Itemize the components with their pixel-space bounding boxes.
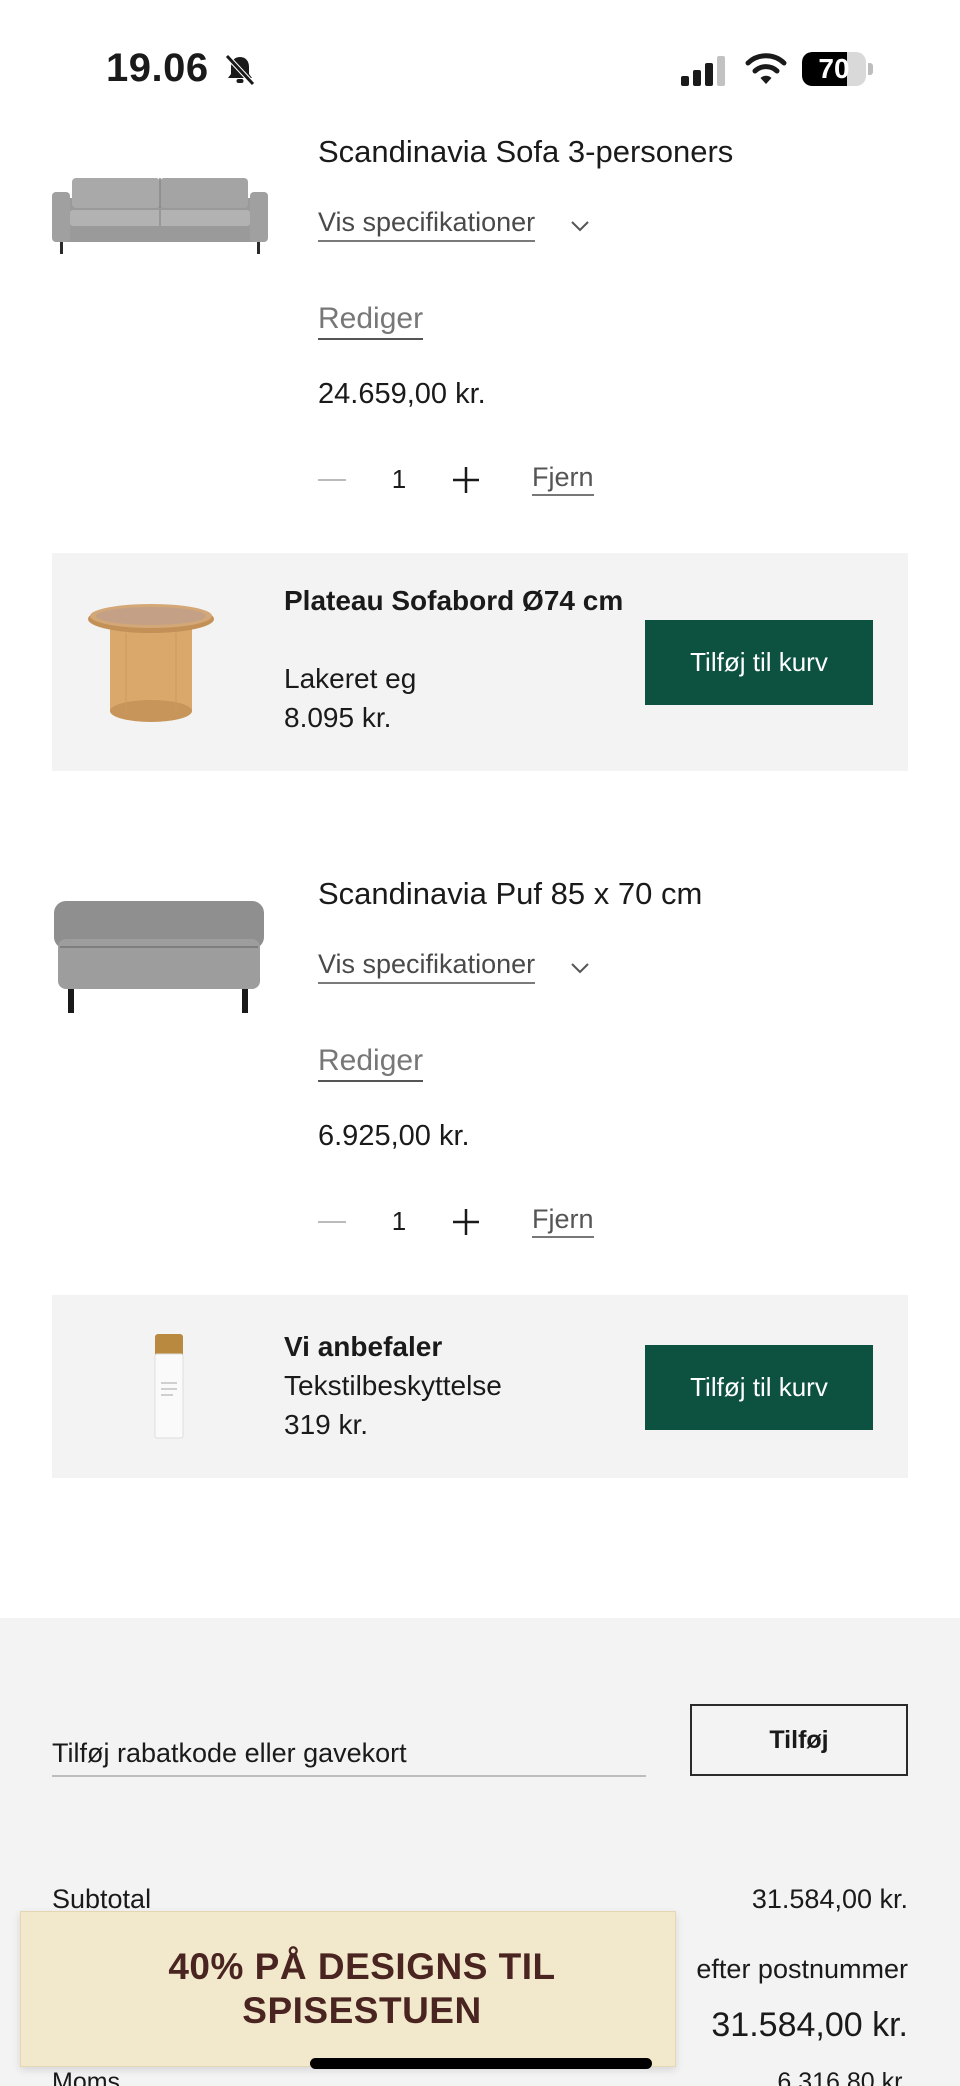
apply-coupon-button[interactable]: Tilføj [690, 1704, 908, 1776]
quantity-value: 1 [391, 464, 407, 494]
quantity-decrease-button[interactable] [318, 479, 346, 481]
recommendation-product: Tekstilbeskyttelse [284, 1370, 502, 1401]
recommendation-card: Vi anbefaler Tekstilbeskyttelse 319 kr. … [52, 1295, 908, 1478]
chevron-down-icon[interactable] [570, 962, 590, 974]
vat-label: Moms [52, 2068, 121, 2086]
quantity-value: 1 [391, 1206, 407, 1236]
item-price: 6.925,00 kr. [318, 1120, 470, 1152]
pouf-product-image [54, 901, 264, 1013]
quantity-decrease-button[interactable] [318, 1221, 346, 1223]
cart-item: Scandinavia Sofa 3-personers Vis specifi… [0, 0, 960, 520]
coffee-table-product-image [88, 604, 214, 722]
quantity-increase-button[interactable] [452, 1208, 480, 1236]
recommendation-title[interactable]: Plateau Sofabord Ø74 cm [284, 581, 624, 620]
coupon-input-underline [52, 1775, 646, 1777]
add-to-cart-button[interactable]: Tilføj til kurv [645, 620, 873, 705]
sofa-product-image [52, 178, 268, 254]
quantity-increase-button[interactable] [452, 466, 480, 494]
recommendation-card: Plateau Sofabord Ø74 cm Lakeret eg 8.095… [52, 553, 908, 771]
total-value: 31.584,00 kr. [711, 2006, 908, 2044]
recommendation-price: 319 kr. [284, 1409, 369, 1440]
product-name[interactable]: Scandinavia Puf 85 x 70 cm [318, 876, 702, 912]
item-price: 24.659,00 kr. [318, 378, 486, 410]
vat-value: 6.316,80 kr. [777, 2068, 908, 2086]
promo-banner[interactable]: 40% PÅ DESIGNS TIL SPISESTUEN [20, 1911, 676, 2067]
product-name[interactable]: Scandinavia Sofa 3-personers [318, 134, 733, 170]
view-specifications-link[interactable]: Vis specifikationer [318, 207, 536, 242]
view-specifications-link[interactable]: Vis specifikationer [318, 949, 536, 984]
edit-link[interactable]: Rediger [318, 1044, 424, 1082]
recommendation-price: 8.095 kr. [284, 702, 392, 733]
recommendation-variant: Lakeret eg [284, 663, 417, 694]
remove-item-link[interactable]: Fjern [532, 462, 594, 496]
remove-item-link[interactable]: Fjern [532, 1204, 594, 1238]
edit-link[interactable]: Rediger [318, 302, 424, 340]
shipping-text: efter postnummer [696, 1954, 908, 1984]
home-indicator[interactable] [310, 2058, 652, 2069]
subtotal-value: 31.584,00 kr. [751, 1884, 908, 1914]
add-to-cart-button[interactable]: Tilføj til kurv [645, 1345, 873, 1430]
promo-banner-text: 40% PÅ DESIGNS TIL SPISESTUEN [168, 1946, 556, 2031]
coupon-input[interactable]: Tilføj rabatkode eller gavekort [52, 1738, 407, 1769]
cart-item: Scandinavia Puf 85 x 70 cm Vis specifika… [0, 742, 960, 1262]
recommendation-title[interactable]: Vi anbefaler [284, 1327, 442, 1366]
spray-bottle-product-image [154, 1334, 184, 1439]
chevron-down-icon[interactable] [570, 220, 590, 232]
